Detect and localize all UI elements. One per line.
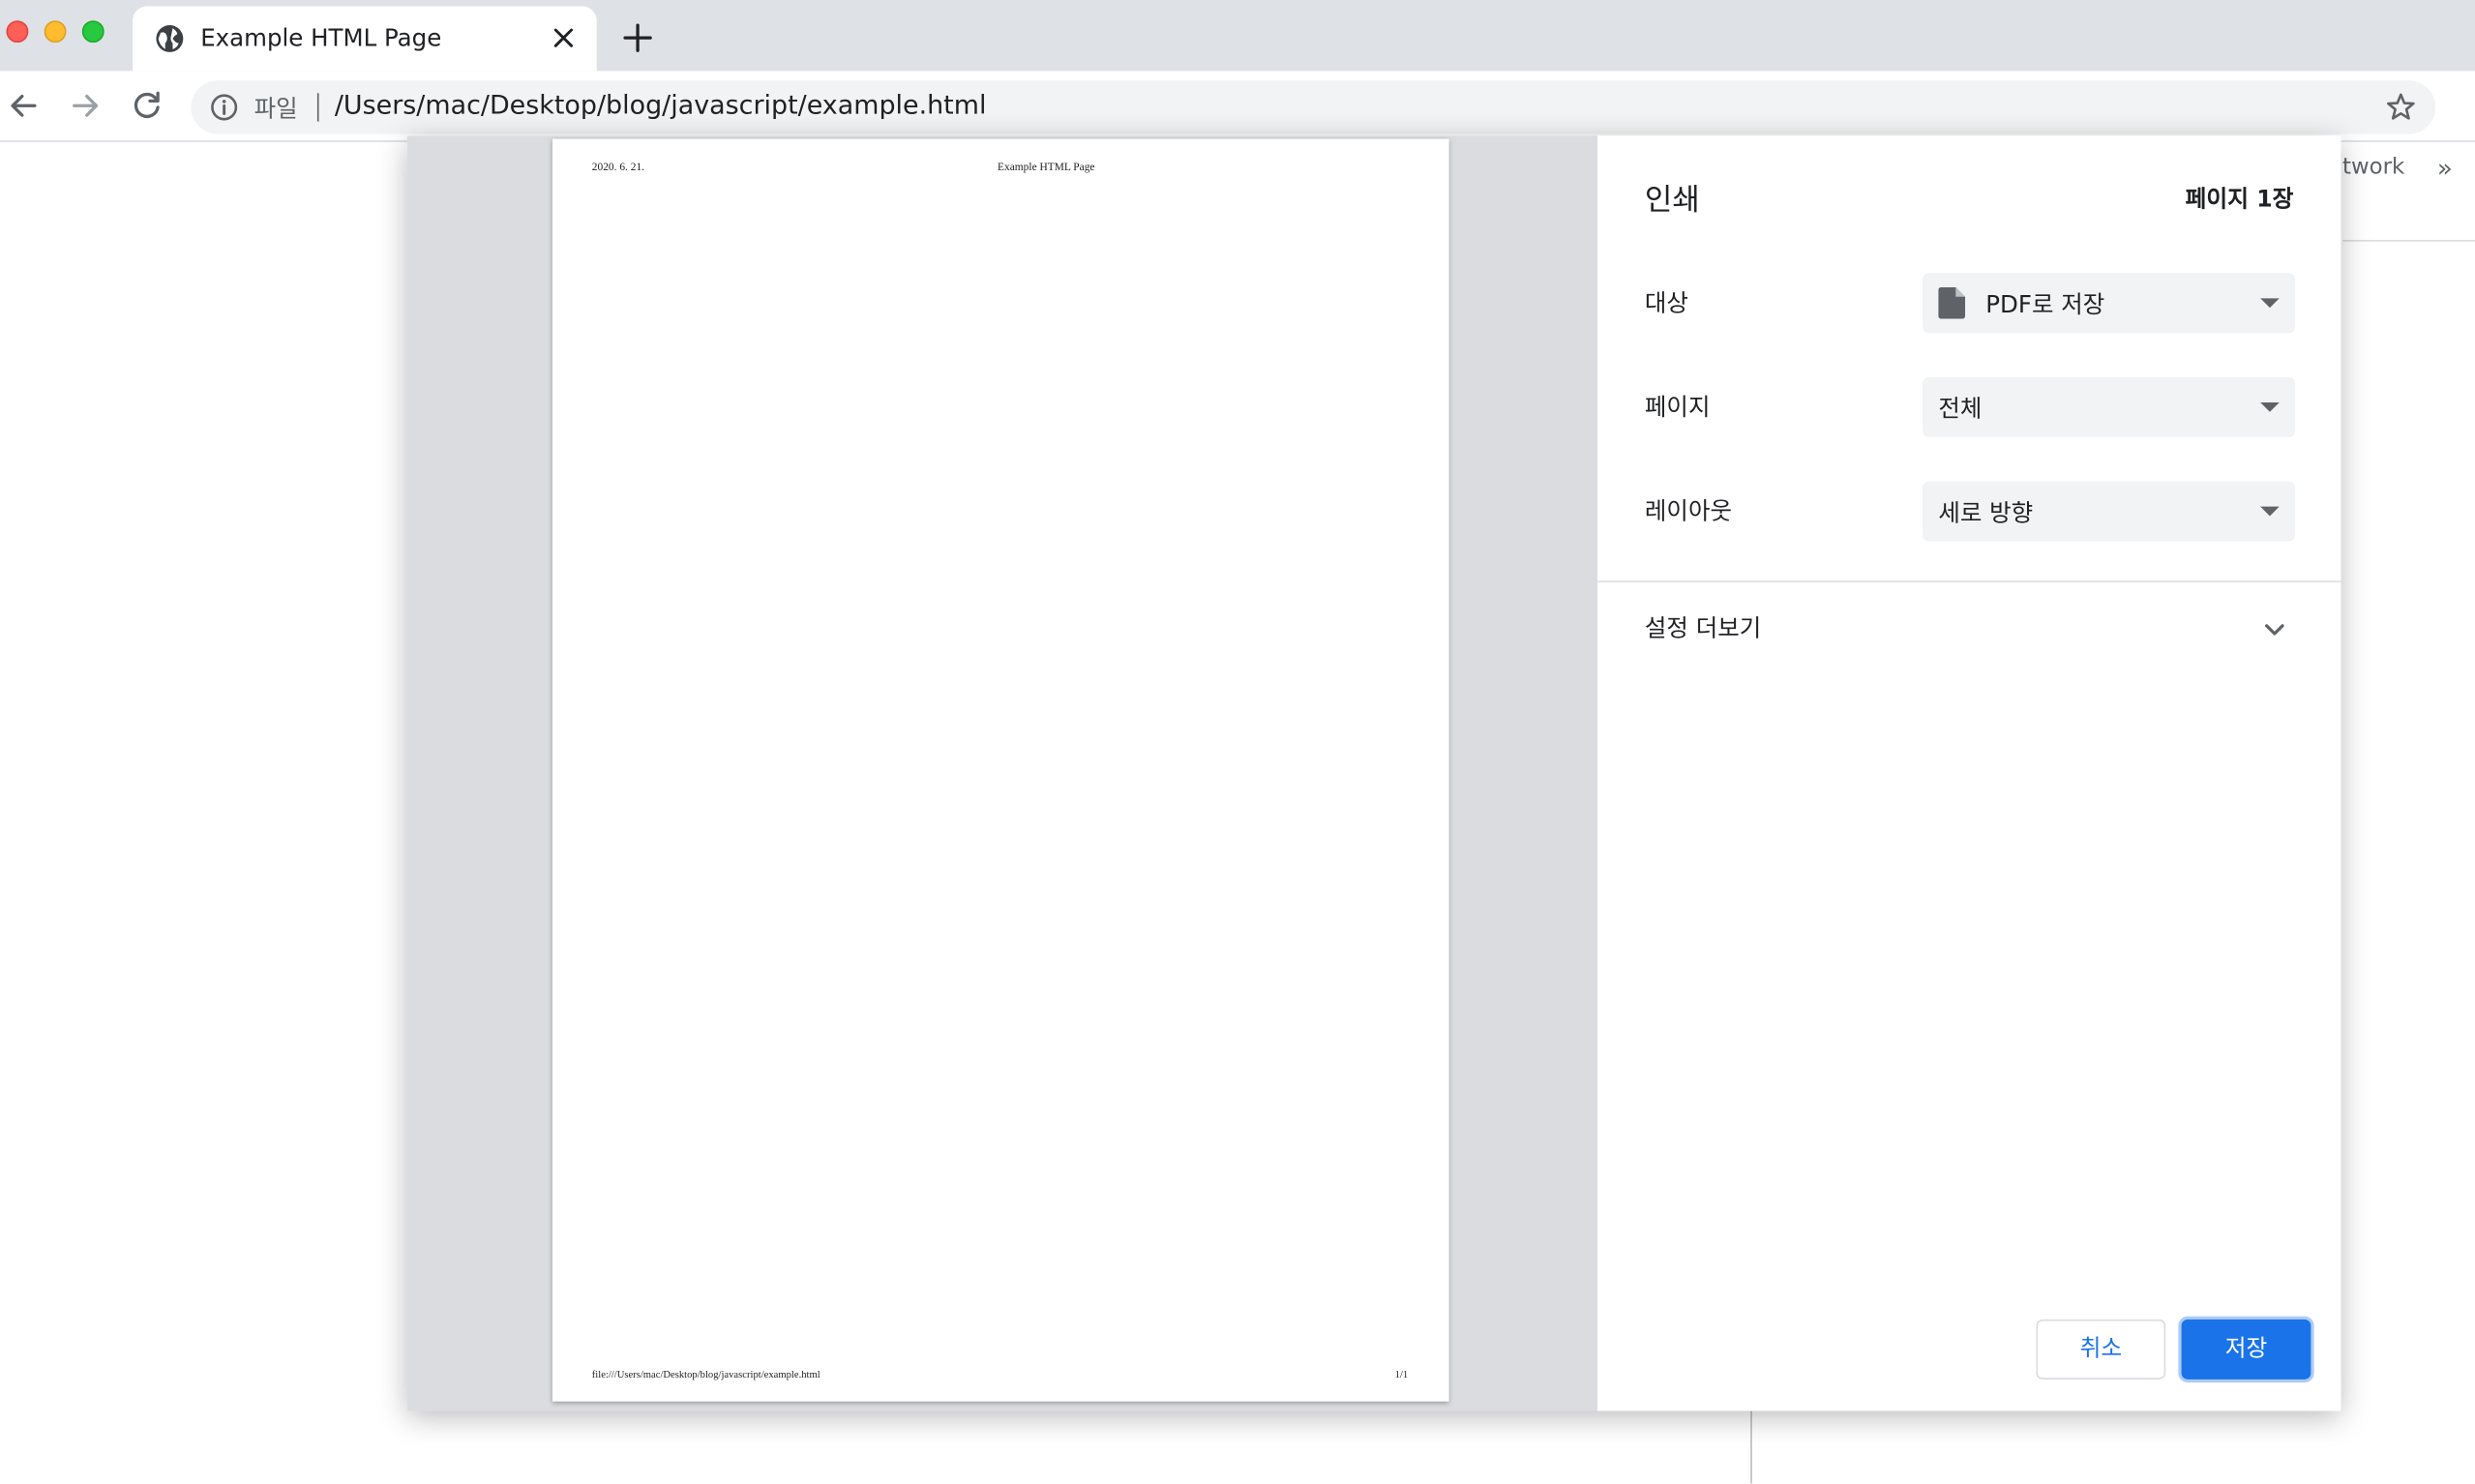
back-icon[interactable]	[7, 88, 42, 123]
print-preview-area: 2020. 6. 21. Example HTML Page file:///U…	[406, 135, 1597, 1411]
info-icon[interactable]	[210, 93, 238, 121]
settings-divider	[1596, 580, 2341, 582]
pages-select[interactable]: 전체	[1923, 376, 2296, 437]
print-settings-panel: 인쇄 페이지 1장 대상 PDF로 저장 페이지 전체 레이아웃 세로 방향 설…	[1596, 135, 2341, 1411]
star-icon[interactable]	[2385, 92, 2417, 124]
screen: Example HTML Page 파일 /Users/mac/Desktop/…	[0, 0, 2475, 1484]
print-dialog: 2020. 6. 21. Example HTML Page file:///U…	[406, 135, 2341, 1411]
devtools-divider	[2341, 239, 2475, 242]
devtools-splitter[interactable]	[1750, 1409, 1752, 1484]
security-chip[interactable]: 파일	[254, 92, 298, 125]
dropdown-arrow-icon	[2260, 402, 2280, 412]
chevron-down-icon[interactable]	[2262, 617, 2287, 642]
browser-toolbar: 파일 /Users/mac/Desktop/blog/javascript/ex…	[0, 71, 2475, 142]
dropdown-arrow-icon	[2260, 298, 2280, 309]
globe-icon	[156, 25, 184, 52]
layout-value: 세로 방향	[1938, 498, 2034, 527]
layout-label: 레이아웃	[1644, 496, 1732, 526]
print-dialog-title: 인쇄	[1644, 183, 1700, 219]
window-zoom-button[interactable]	[81, 20, 104, 44]
destination-value: PDF로 저장	[1985, 290, 2105, 319]
page-count: 페이지 1장	[2185, 188, 2294, 214]
pages-value: 전체	[1938, 394, 1983, 424]
window-close-button[interactable]	[6, 20, 29, 44]
dropdown-arrow-icon	[2260, 506, 2280, 517]
url-text[interactable]: /Users/mac/Desktop/blog/javascript/examp…	[335, 90, 987, 120]
destination-label: 대상	[1644, 288, 1688, 317]
preview-header-title: Example HTML Page	[998, 161, 1095, 174]
cancel-button[interactable]: 취소	[2036, 1319, 2166, 1380]
address-separator	[316, 93, 319, 122]
address-bar[interactable]: 파일 /Users/mac/Desktop/blog/javascript/ex…	[191, 80, 2436, 134]
browser-tab-active[interactable]: Example HTML Page	[133, 6, 597, 72]
devtools-tab-network[interactable]: twork	[2342, 155, 2404, 180]
pages-label: 페이지	[1644, 393, 1711, 422]
window-minimize-button[interactable]	[44, 20, 67, 44]
preview-page: 2020. 6. 21. Example HTML Page file:///U…	[552, 138, 1449, 1402]
forward-icon[interactable]	[68, 88, 103, 123]
preview-header-date: 2020. 6. 21.	[591, 161, 645, 174]
reload-icon[interactable]	[130, 88, 164, 123]
tab-strip: Example HTML Page	[0, 0, 2475, 72]
tab-title: Example HTML Page	[200, 23, 442, 52]
layout-select[interactable]: 세로 방향	[1923, 481, 2296, 542]
document-icon	[1938, 286, 1966, 319]
close-icon[interactable]	[550, 23, 578, 51]
plus-icon[interactable]	[622, 22, 654, 54]
preview-footer-url: file:///Users/mac/Desktop/blog/javascrip…	[591, 1370, 820, 1381]
preview-footer-page-number: 1/1	[1394, 1370, 1409, 1381]
destination-select[interactable]: PDF로 저장	[1923, 273, 2296, 334]
more-settings-toggle[interactable]: 설정 더보기	[1645, 610, 1761, 643]
save-button[interactable]: 저장	[2181, 1319, 2311, 1380]
devtools-overflow-chevron[interactable]: »	[2437, 153, 2453, 183]
